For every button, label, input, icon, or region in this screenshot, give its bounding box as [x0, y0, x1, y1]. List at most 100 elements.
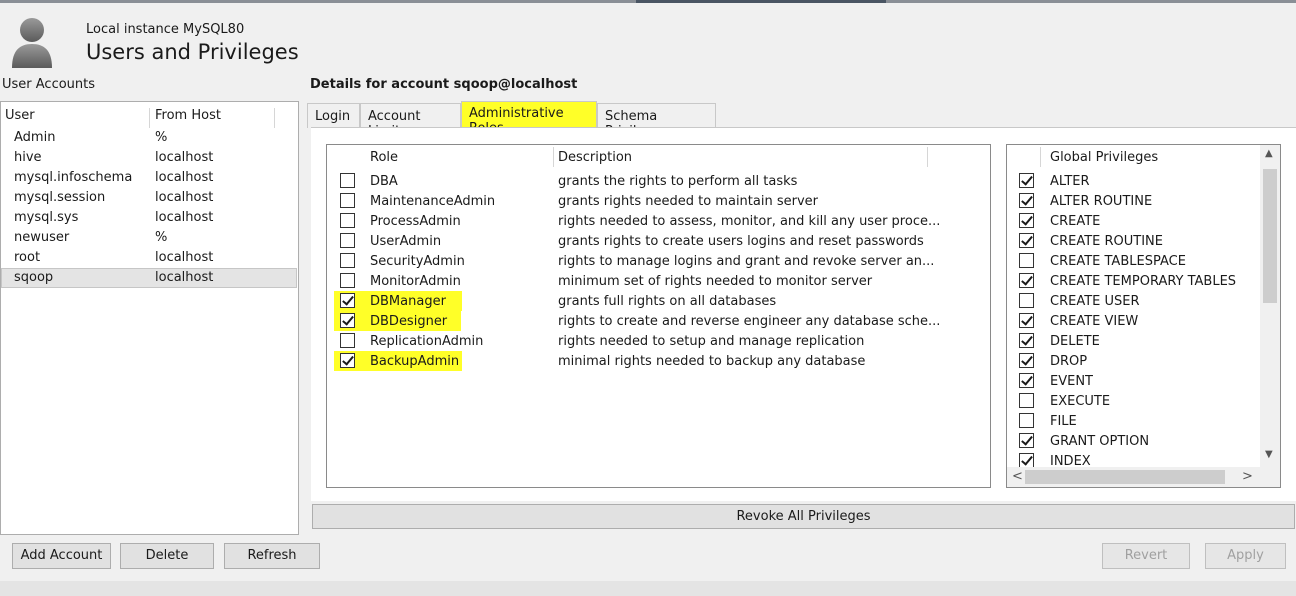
role-checkbox[interactable] — [340, 293, 355, 308]
user-name: hive — [14, 150, 42, 165]
column-divider — [553, 147, 554, 167]
user-list-header: User From Host — [1, 106, 298, 128]
privilege-row[interactable]: INDEX — [1007, 451, 1259, 467]
privilege-checkbox[interactable] — [1019, 393, 1034, 408]
role-checkbox[interactable] — [340, 333, 355, 348]
scroll-down-arrow[interactable]: ▼ — [1265, 449, 1273, 460]
column-header-description[interactable]: Description — [558, 150, 632, 165]
privilege-checkbox[interactable] — [1019, 413, 1034, 428]
user-row[interactable]: Admin% — [1, 128, 297, 148]
refresh-button[interactable]: Refresh — [224, 543, 320, 569]
privilege-checkbox[interactable] — [1019, 373, 1034, 388]
revert-button[interactable]: Revert — [1102, 543, 1190, 569]
role-checkbox[interactable] — [340, 353, 355, 368]
privilege-name: CREATE TABLESPACE — [1050, 254, 1186, 269]
tab-login[interactable]: Login — [307, 103, 360, 128]
privilege-row[interactable]: DROP — [1007, 351, 1259, 371]
privilege-row[interactable]: CREATE TABLESPACE — [1007, 251, 1259, 271]
user-host: localhost — [155, 190, 214, 205]
privilege-checkbox[interactable] — [1019, 233, 1034, 248]
privilege-row[interactable]: CREATE USER — [1007, 291, 1259, 311]
privilege-checkbox[interactable] — [1019, 433, 1034, 448]
tab-account-limits[interactable]: Account Limits — [360, 103, 461, 139]
column-header-user[interactable]: User — [5, 108, 35, 123]
role-row[interactable]: MonitorAdmin minimum set of rights needed… — [327, 271, 990, 291]
privilege-name: CREATE USER — [1050, 294, 1140, 309]
add-account-button[interactable]: Add Account — [12, 543, 111, 569]
privilege-row[interactable]: CREATE ROUTINE — [1007, 231, 1259, 251]
revoke-all-privileges-button[interactable]: Revoke All Privileges — [312, 504, 1295, 529]
privilege-checkbox[interactable] — [1019, 253, 1034, 268]
scroll-left-arrow[interactable]: < — [1012, 469, 1023, 484]
tab-administrative-roles[interactable]: Administrative Roles — [461, 101, 597, 136]
role-name: BackupAdmin — [370, 354, 460, 369]
apply-button[interactable]: Apply — [1205, 543, 1286, 569]
role-checkbox[interactable] — [340, 173, 355, 188]
user-accounts-list[interactable]: User From Host Admin% hive localhost mysq… — [0, 101, 299, 535]
user-name: root — [14, 250, 41, 265]
role-checkbox[interactable] — [340, 253, 355, 268]
role-row[interactable]: ProcessAdmin rights needed to assess, mon… — [327, 211, 990, 231]
role-row[interactable]: MaintenanceAdmin grants rights needed to … — [327, 191, 990, 211]
privilege-row[interactable]: EVENT — [1007, 371, 1259, 391]
user-name: mysql.infoschema — [14, 170, 133, 185]
privilege-row[interactable]: ALTER ROUTINE — [1007, 191, 1259, 211]
privilege-checkbox[interactable] — [1019, 353, 1034, 368]
horizontal-scrollbar[interactable]: < > — [1007, 467, 1280, 487]
privilege-row[interactable]: DELETE — [1007, 331, 1259, 351]
privilege-checkbox[interactable] — [1019, 213, 1034, 228]
global-privileges-list[interactable]: Global Privileges ALTER ALTER ROUTINE CREA… — [1006, 144, 1281, 488]
user-row[interactable]: mysql.session localhost — [1, 188, 297, 208]
user-name: mysql.sys — [14, 210, 79, 225]
privilege-row[interactable]: CREATE — [1007, 211, 1259, 231]
delete-button[interactable]: Delete — [120, 543, 214, 569]
privilege-checkbox[interactable] — [1019, 453, 1034, 467]
privilege-row[interactable]: ALTER — [1007, 171, 1259, 191]
role-name: UserAdmin — [370, 234, 442, 249]
privilege-checkbox[interactable] — [1019, 333, 1034, 348]
privilege-checkbox[interactable] — [1019, 173, 1034, 188]
tab-schema-privileges[interactable]: Schema Privileges — [597, 103, 716, 139]
user-name: mysql.session — [14, 190, 106, 205]
privilege-row[interactable]: CREATE TEMPORARY TABLES — [1007, 271, 1259, 291]
role-row[interactable]: SecurityAdmin rights to manage logins and… — [327, 251, 990, 271]
user-row[interactable]: hive localhost — [1, 148, 297, 168]
privilege-checkbox[interactable] — [1019, 273, 1034, 288]
role-checkbox[interactable] — [340, 193, 355, 208]
column-header-role[interactable]: Role — [370, 150, 398, 165]
window-top-border — [0, 0, 1296, 3]
user-row[interactable]: newuser% — [1, 228, 297, 248]
user-row-selected[interactable]: sqoop localhost — [1, 268, 297, 288]
privilege-name: CREATE ROUTINE — [1050, 234, 1163, 249]
vertical-scrollbar[interactable]: ▲ ▼ — [1260, 145, 1280, 467]
roles-table[interactable]: Role Description DBA grants the rights to… — [326, 144, 991, 488]
role-checkbox[interactable] — [340, 313, 355, 328]
user-row[interactable]: mysql.infoschema localhost — [1, 168, 297, 188]
privilege-checkbox[interactable] — [1019, 193, 1034, 208]
scroll-up-arrow[interactable]: ▲ — [1265, 148, 1273, 159]
roles-header: Role Description — [327, 145, 990, 167]
user-avatar-icon — [12, 18, 52, 68]
role-row[interactable]: DBManager grants full rights on all datab… — [327, 291, 990, 311]
role-checkbox[interactable] — [340, 273, 355, 288]
column-header-from-host[interactable]: From Host — [155, 108, 221, 123]
role-row[interactable]: DBDesigner rights to create and reverse e… — [327, 311, 990, 331]
role-checkbox[interactable] — [340, 233, 355, 248]
details-title: Details for account sqoop@localhost — [310, 77, 578, 92]
user-row[interactable]: mysql.sys localhost — [1, 208, 297, 228]
scrollbar-thumb[interactable] — [1025, 470, 1225, 484]
role-row[interactable]: DBA grants the rights to perform all task… — [327, 171, 990, 191]
role-checkbox[interactable] — [340, 213, 355, 228]
scroll-right-arrow[interactable]: > — [1242, 469, 1253, 484]
privilege-row[interactable]: GRANT OPTION — [1007, 431, 1259, 451]
scrollbar-thumb[interactable] — [1263, 169, 1277, 303]
role-row[interactable]: UserAdmin grants rights to create users l… — [327, 231, 990, 251]
user-row[interactable]: root localhost — [1, 248, 297, 268]
role-row[interactable]: BackupAdmin minimal rights needed to back… — [327, 351, 990, 371]
privilege-checkbox[interactable] — [1019, 313, 1034, 328]
privilege-row[interactable]: EXECUTE — [1007, 391, 1259, 411]
role-row[interactable]: ReplicationAdmin rights needed to setup a… — [327, 331, 990, 351]
privilege-row[interactable]: CREATE VIEW — [1007, 311, 1259, 331]
privilege-checkbox[interactable] — [1019, 293, 1034, 308]
privilege-row[interactable]: FILE — [1007, 411, 1259, 431]
